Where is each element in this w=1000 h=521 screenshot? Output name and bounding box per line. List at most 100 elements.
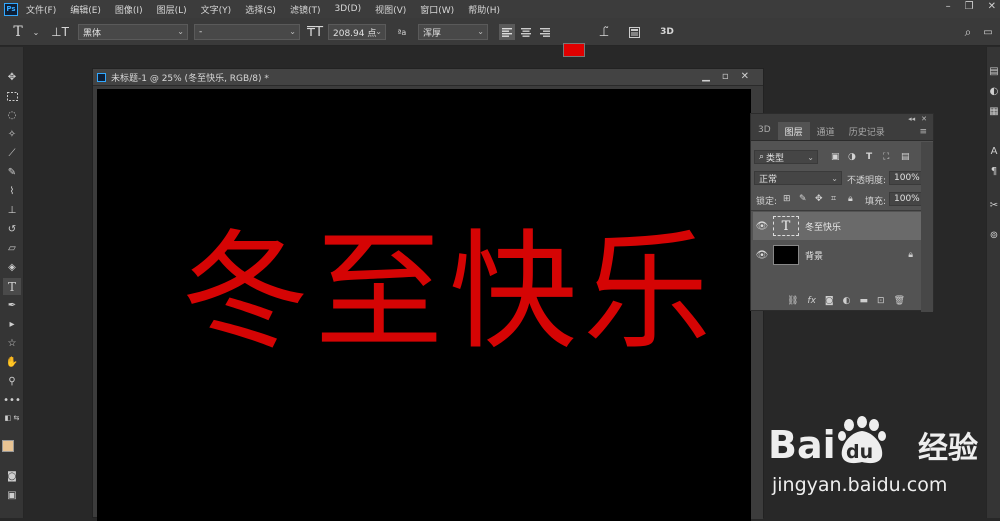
type-tool-icon[interactable]: T: [3, 278, 21, 295]
layer-name[interactable]: 背景: [805, 249, 823, 262]
character-icon[interactable]: A: [987, 143, 1000, 160]
canvas[interactable]: 冬至快乐: [97, 89, 751, 521]
collapse-icon[interactable]: ◂◂: [908, 115, 915, 123]
menu-filter[interactable]: 滤镜(T): [290, 3, 321, 16]
marquee-tool-icon[interactable]: [3, 88, 21, 105]
eraser-tool-icon[interactable]: ▱: [3, 240, 21, 257]
healing-brush-tool-icon[interactable]: ✎: [3, 164, 21, 181]
close-icon[interactable]: ✕: [988, 1, 996, 12]
toggle-text-orientation-icon[interactable]: ⊥T: [51, 24, 69, 40]
menu-file[interactable]: 文件(F): [26, 3, 56, 16]
screen-mode-icon[interactable]: ▣: [3, 487, 21, 504]
menu-select[interactable]: 选择(S): [245, 3, 276, 16]
eyedropper-tool-icon[interactable]: ⟋: [3, 145, 21, 162]
type-tool-preset-icon[interactable]: T: [10, 24, 26, 40]
align-center-icon[interactable]: [518, 24, 534, 40]
character-panel-icon[interactable]: [626, 24, 642, 40]
type-layer-icon: T: [781, 218, 791, 234]
eye-icon[interactable]: 👁︎: [753, 250, 771, 261]
brush-tool-icon[interactable]: ⌇: [3, 183, 21, 200]
lasso-tool-icon[interactable]: ◌: [3, 107, 21, 124]
lock-transparent-icon[interactable]: ⊞: [783, 194, 791, 204]
antialias-select[interactable]: 浑厚 ⌄: [418, 24, 488, 40]
zoom-tool-icon[interactable]: ⚲: [3, 373, 21, 390]
font-family-select[interactable]: 黑体 ⌄: [78, 24, 188, 40]
tab-layers[interactable]: 图层: [777, 122, 810, 140]
menu-type[interactable]: 文字(Y): [201, 3, 232, 16]
link-layers-icon[interactable]: ⛓: [787, 296, 798, 306]
tab-3d[interactable]: 3D: [751, 122, 778, 140]
filter-pixel-icon[interactable]: ▣: [831, 152, 840, 162]
tools-icon[interactable]: ✂: [987, 197, 1000, 214]
filter-shape-icon[interactable]: ⛶: [883, 152, 889, 162]
menu-help[interactable]: 帮助(H): [468, 3, 500, 16]
3d-button[interactable]: 3D: [656, 24, 678, 40]
lock-position-icon[interactable]: ✥: [815, 194, 823, 204]
layer-row-background[interactable]: 👁︎ 背景 🔒︎: [753, 241, 921, 269]
layer-name[interactable]: 冬至快乐: [805, 220, 841, 233]
pen-tool-icon[interactable]: ✒: [3, 297, 21, 314]
more-tools-icon[interactable]: •••: [3, 392, 21, 409]
minimize-icon[interactable]: ▁: [702, 71, 710, 82]
shape-tool-icon[interactable]: ☆: [3, 335, 21, 352]
filter-type-icon[interactable]: T: [866, 152, 872, 162]
document-title-bar[interactable]: 未标题-1 @ 25% (冬至快乐, RGB/8) * ▁ ▫ ✕: [93, 69, 763, 86]
font-style-select[interactable]: - ⌄: [194, 24, 300, 40]
align-left-icon[interactable]: [499, 24, 515, 40]
workspace-icon[interactable]: ▭: [980, 24, 996, 40]
filter-smart-object-icon[interactable]: ▤: [901, 152, 910, 162]
menu-view[interactable]: 视图(V): [375, 3, 406, 16]
magic-wand-tool-icon[interactable]: ✧: [3, 126, 21, 143]
lock-image-icon[interactable]: ✎: [799, 194, 807, 204]
filter-adjustment-icon[interactable]: ◑: [848, 152, 856, 162]
stamp-tool-icon[interactable]: ⊥: [3, 202, 21, 219]
collapsed-panels-strip: ▤ ◐ ▦ A ¶ ✂ ⊚: [986, 47, 1000, 518]
new-adjustment-layer-icon[interactable]: ◐: [843, 296, 851, 306]
search-icon[interactable]: ⌕: [960, 24, 976, 40]
foreground-color-swatch[interactable]: [2, 440, 14, 452]
tab-history[interactable]: 历史记录: [842, 122, 892, 140]
default-colors-icon[interactable]: ◧ ⇆: [3, 409, 21, 426]
blend-mode-select[interactable]: 正常 ⌄: [754, 171, 842, 185]
lock-all-icon[interactable]: 🔒︎: [848, 194, 853, 204]
minimize-icon[interactable]: –: [946, 1, 951, 12]
quick-mask-icon[interactable]: ◙: [3, 468, 21, 485]
layer-filter-select[interactable]: ⌕ 类型 ⌄: [754, 150, 818, 164]
menu-edit[interactable]: 编辑(E): [70, 3, 101, 16]
eye-icon[interactable]: 👁︎: [753, 221, 771, 232]
path-selection-tool-icon[interactable]: ▸: [3, 316, 21, 333]
panel-icon[interactable]: ▦: [987, 103, 1000, 120]
maximize-icon[interactable]: ▫: [722, 71, 729, 82]
chevron-down-icon[interactable]: ⌄: [28, 24, 44, 40]
add-mask-icon[interactable]: ◙: [825, 296, 834, 306]
lock-artboard-icon[interactable]: ⌗: [831, 194, 836, 204]
close-icon[interactable]: ✕: [921, 115, 927, 123]
menu-layer[interactable]: 图层(L): [157, 3, 187, 16]
history-brush-tool-icon[interactable]: ↺: [3, 221, 21, 238]
text-color-swatch[interactable]: [563, 43, 585, 57]
restore-icon[interactable]: ❐: [965, 1, 974, 12]
paths-icon[interactable]: ⊚: [987, 227, 1000, 244]
layer-style-icon[interactable]: fx: [807, 296, 816, 306]
new-layer-icon[interactable]: ⊡: [877, 296, 885, 306]
new-group-icon[interactable]: ▬: [860, 296, 869, 306]
canvas-text-layer[interactable]: 冬至快乐: [181, 229, 717, 357]
panel-scrollbar[interactable]: [921, 142, 933, 312]
delete-layer-icon[interactable]: 🗑︎: [894, 296, 905, 306]
menu-window[interactable]: 窗口(W): [420, 3, 454, 16]
panel-icon[interactable]: ◐: [987, 83, 1000, 100]
close-icon[interactable]: ✕: [741, 71, 749, 82]
menu-3d[interactable]: 3D(D): [334, 4, 361, 14]
panel-icon[interactable]: ▤: [987, 63, 1000, 80]
menu-image[interactable]: 图像(I): [115, 3, 143, 16]
layer-row-text[interactable]: 👁︎ T 冬至快乐: [753, 212, 921, 240]
paragraph-icon[interactable]: ¶: [987, 163, 1000, 180]
font-size-field[interactable]: 208.94 点 ⌄: [328, 24, 386, 40]
move-tool-icon[interactable]: ✥: [3, 69, 21, 86]
panel-menu-icon[interactable]: ≡: [919, 127, 927, 137]
hand-tool-icon[interactable]: ✋: [3, 354, 21, 371]
warp-text-icon[interactable]: ⊥̃: [596, 24, 612, 40]
align-right-icon[interactable]: [537, 24, 553, 40]
tab-channels[interactable]: 通道: [810, 122, 842, 140]
paint-bucket-tool-icon[interactable]: ◈: [3, 259, 21, 276]
